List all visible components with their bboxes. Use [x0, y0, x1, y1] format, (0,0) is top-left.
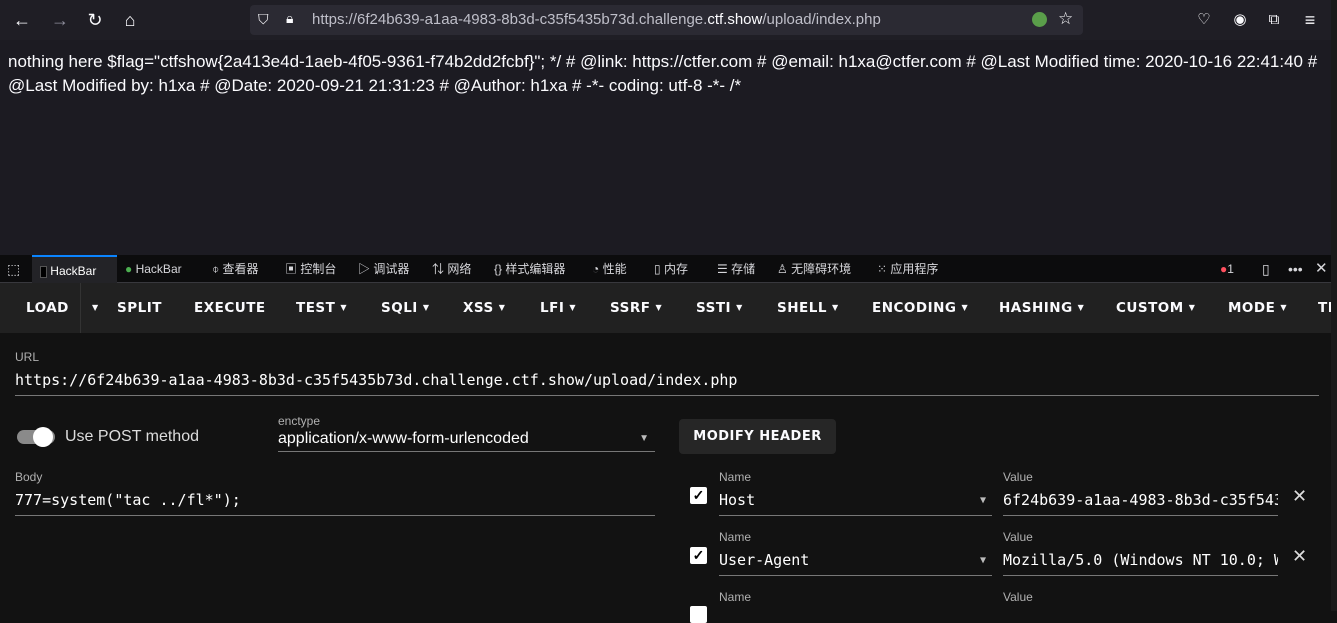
shield-icon[interactable]: ⛉ [258, 11, 269, 28]
element-picker-icon[interactable]: ⬚ [7, 255, 20, 283]
tab-console[interactable]: ▣ 控制台 [285, 255, 336, 283]
sqli-menu[interactable]: SQLI ▼ [381, 283, 429, 333]
post-method-toggle[interactable] [17, 427, 55, 447]
page-content: nothing here $flag="ctfshow{2a413e4d-1ae… [0, 40, 1337, 255]
devtools-tabbar: ⬚ ▮ HackBar ● HackBar ⌽ 查看器 ▣ 控制台 ▷ 调试器 … [0, 255, 1337, 283]
tab-network[interactable]: ⇅ 网络 [432, 255, 471, 283]
scrollbar[interactable] [1331, 0, 1337, 611]
tab-hackbar[interactable]: ● HackBar [125, 255, 182, 283]
post-method-label: Use POST method [65, 428, 199, 445]
header-value-label: Value [1003, 590, 1033, 604]
bookmark-star-icon[interactable]: ☆ [1058, 9, 1073, 29]
browser-toolbar: ← → ↻ ⌂ ⛉ 🔒︎ https://6f24b639-a1aa-4983-… [0, 0, 1337, 40]
mode-menu[interactable]: MODE ▼ [1228, 283, 1287, 333]
tab-debugger[interactable]: ▷ 调试器 [358, 255, 409, 283]
remove-header-icon[interactable]: ✕ [1292, 486, 1307, 507]
header-name-input[interactable]: User-Agent ▼ [719, 551, 992, 576]
hashing-menu[interactable]: HASHING ▼ [999, 283, 1084, 333]
header-value-label: Value [1003, 530, 1033, 544]
header-name-label: Name [719, 470, 752, 484]
responsive-icon[interactable]: ▯ [1262, 255, 1270, 283]
body-input[interactable]: 777=system("tac ../fl*"); [15, 491, 655, 516]
tab-application[interactable]: ⁙ 应用程序 [877, 255, 938, 283]
custom-menu[interactable]: CUSTOM ▼ [1116, 283, 1195, 333]
home-icon[interactable]: ⌂ [118, 8, 142, 32]
split-button[interactable]: SPLIT [117, 283, 162, 333]
enctype-label: enctype [278, 414, 321, 428]
account-icon[interactable]: ◉ [1228, 8, 1252, 32]
header-name-input[interactable]: Host ▼ [719, 491, 992, 516]
error-count[interactable]: ●1 [1220, 255, 1234, 283]
hackbar-icon: ● [125, 262, 133, 276]
tab-memory[interactable]: ▯ 内存 [654, 255, 688, 283]
ssti-menu[interactable]: SSTI ▼ [696, 283, 743, 333]
header-value-label: Value [1003, 470, 1033, 484]
back-icon[interactable]: ← [10, 8, 34, 32]
url-input[interactable]: https://6f24b639-a1aa-4983-8b3d-c35f5435… [15, 371, 1319, 396]
test-menu[interactable]: TEST ▼ [296, 283, 347, 333]
tab-inspector[interactable]: ⌽ 查看器 [212, 255, 259, 283]
shell-menu[interactable]: SHELL ▼ [777, 283, 839, 333]
xss-menu[interactable]: XSS ▼ [463, 283, 505, 333]
more-icon[interactable]: ••• [1288, 255, 1303, 283]
url-text[interactable]: https://6f24b639-a1aa-4983-8b3d-c35f5435… [312, 11, 881, 28]
url-bar[interactable]: ⛉ 🔒︎ https://6f24b639-a1aa-4983-8b3d-c35… [250, 5, 1083, 35]
reload-icon[interactable]: ↻ [83, 8, 107, 32]
lfi-menu[interactable]: LFI ▼ [540, 283, 576, 333]
lock-icon[interactable]: 🔒︎ [286, 10, 293, 27]
ssrf-menu[interactable]: SSRF ▼ [610, 283, 662, 333]
tab-hackbar-active[interactable]: ▮ HackBar [32, 255, 117, 283]
header-name-label: Name [719, 530, 752, 544]
encoding-menu[interactable]: ENCODING ▼ [872, 283, 968, 333]
load-button[interactable]: LOAD [26, 283, 69, 333]
header-checkbox[interactable]: ✓ [690, 547, 707, 564]
tab-performance[interactable]: ◔ 性能 [592, 255, 627, 283]
close-devtools-icon[interactable]: ✕ [1315, 255, 1328, 283]
header-checkbox[interactable]: ✓ [690, 487, 707, 504]
header-value-input[interactable]: Mozilla/5.0 (Windows NT 10.0; Win64; x64… [1003, 551, 1278, 576]
url-label: URL [15, 350, 40, 364]
chevron-down-icon: ▼ [979, 495, 986, 506]
body-label: Body [15, 470, 43, 484]
chevron-down-icon: ▼ [979, 555, 986, 566]
extensions-icon[interactable]: ⧉ [1262, 8, 1286, 32]
tab-storage[interactable]: ☰ 存储 [717, 255, 755, 283]
pocket-icon[interactable]: ♡ [1192, 8, 1216, 32]
execute-button[interactable]: EXECUTE [194, 283, 266, 333]
load-dropdown[interactable]: ▼ [80, 283, 99, 333]
remove-header-icon[interactable]: ✕ [1292, 546, 1307, 567]
tab-accessibility[interactable]: ♙ 无障碍环境 [777, 255, 851, 283]
menu-icon[interactable]: ≡ [1298, 8, 1322, 32]
page-text: nothing here $flag="ctfshow{2a413e4d-1ae… [8, 52, 1318, 95]
header-name-label: Name [719, 590, 752, 604]
forward-icon[interactable]: → [48, 8, 72, 32]
hackbar-menu: LOAD ▼ SPLIT EXECUTE TEST ▼ SQLI ▼ XSS ▼ LF… [0, 283, 1337, 333]
tab-style-editor[interactable]: {} 样式编辑器 [494, 255, 565, 283]
header-checkbox[interactable] [690, 606, 707, 623]
extension-icon[interactable] [1032, 12, 1047, 27]
header-value-input[interactable]: 6f24b639-a1aa-4983-8b3d-c35f5435b73d.cha… [1003, 491, 1278, 516]
modify-header-button[interactable]: MODIFY HEADER [679, 419, 836, 454]
enctype-select[interactable]: application/x-www-form-urlencoded ▼ [278, 430, 655, 452]
chevron-down-icon: ▼ [639, 433, 649, 444]
